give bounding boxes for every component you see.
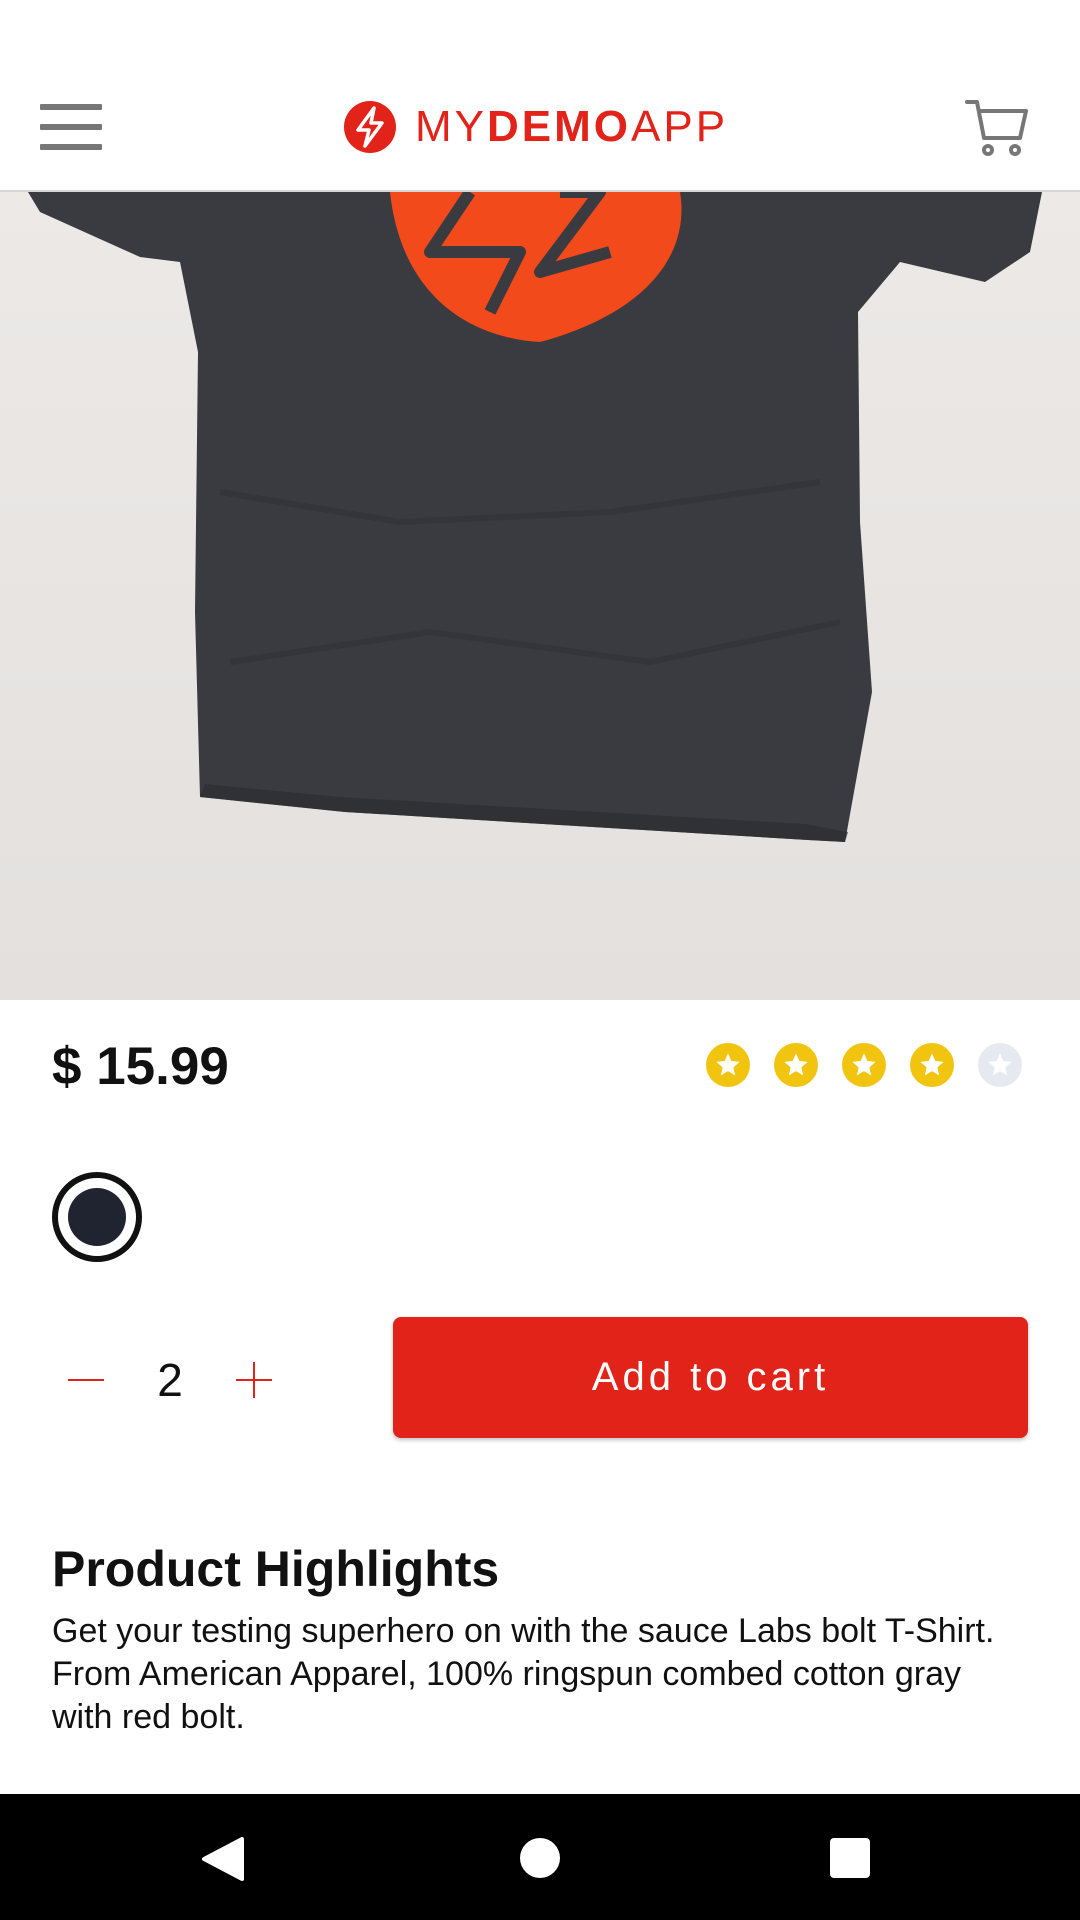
plus-icon	[236, 1362, 272, 1398]
star-filled-icon[interactable]	[910, 1043, 954, 1087]
t-shirt-photo	[0, 192, 1080, 1000]
product-highlights-description: Get your testing superhero on with the s…	[52, 1612, 995, 1736]
nav-back-button[interactable]	[200, 1836, 250, 1882]
status-bar	[0, 0, 1080, 66]
shopping-cart-icon	[965, 100, 1028, 156]
nav-recents-button[interactable]	[830, 1838, 870, 1878]
star-rating[interactable]	[706, 1043, 1022, 1087]
bolt-logo-icon	[344, 101, 396, 153]
quantity-increase-button[interactable]	[234, 1360, 274, 1400]
star-filled-icon[interactable]	[842, 1043, 886, 1087]
hamburger-menu-icon	[40, 104, 102, 110]
quantity-value: 2	[157, 1354, 183, 1406]
product-image	[0, 192, 1080, 1000]
selected-color-dot	[68, 1188, 126, 1246]
minus-icon	[68, 1379, 104, 1381]
product-highlights-title: Product Highlights	[52, 1541, 500, 1597]
cart-button[interactable]	[964, 94, 1030, 160]
app-logo: MYDEMOAPP	[343, 99, 728, 155]
product-price: $ 15.99	[52, 1037, 229, 1096]
app-logo-text: MYDEMOAPP	[415, 102, 729, 151]
app-header: MYDEMOAPP	[0, 66, 1080, 192]
add-to-cart-button[interactable]: Add to cart	[393, 1317, 1028, 1438]
quantity-decrease-button[interactable]	[66, 1360, 106, 1400]
menu-button[interactable]	[40, 104, 102, 152]
back-triangle-icon	[202, 1837, 244, 1881]
star-filled-icon[interactable]	[774, 1043, 818, 1087]
color-swatch-black[interactable]	[52, 1172, 142, 1262]
star-filled-icon[interactable]	[706, 1043, 750, 1087]
nav-home-button[interactable]	[520, 1838, 560, 1878]
star-empty-icon[interactable]	[978, 1043, 1022, 1087]
